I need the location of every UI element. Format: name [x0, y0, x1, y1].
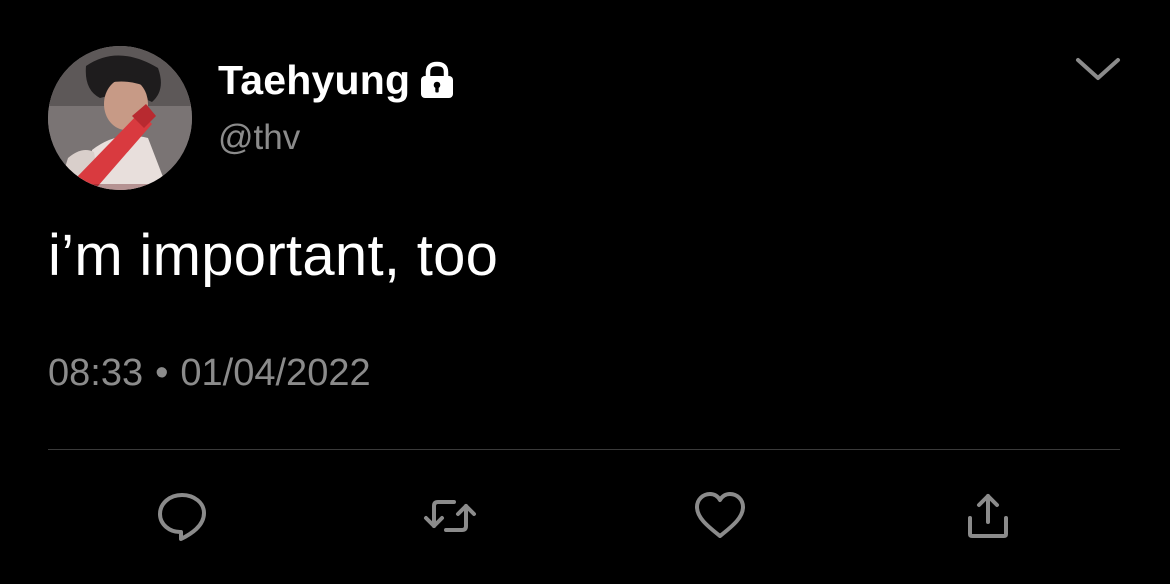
tweet-time: 08:33	[48, 352, 144, 394]
tweet-date: 01/04/2022	[180, 352, 371, 394]
display-name[interactable]: Taehyung	[218, 57, 410, 104]
user-name-row: Taehyung	[218, 54, 456, 106]
tweet-text: i’m important, too	[48, 223, 499, 288]
avatar-image	[48, 46, 192, 190]
separator-dot: •	[155, 352, 169, 394]
divider	[48, 449, 1120, 450]
lock-icon	[418, 60, 456, 100]
avatar[interactable]	[48, 46, 192, 190]
reply-button[interactable]	[154, 488, 210, 544]
tweet-card: Taehyung @thv i’m important, too 08:33 •…	[0, 0, 1170, 584]
retweet-button[interactable]	[422, 488, 478, 544]
reply-icon	[158, 493, 206, 541]
share-button[interactable]	[960, 488, 1016, 544]
like-button[interactable]	[692, 488, 748, 544]
heart-icon	[695, 492, 745, 538]
chevron-down-icon[interactable]	[1074, 54, 1122, 84]
retweet-icon	[424, 500, 476, 532]
share-icon	[968, 494, 1008, 538]
user-handle[interactable]: @thv	[218, 118, 300, 158]
tweet-timestamp: 08:33 • 01/04/2022	[48, 352, 371, 395]
